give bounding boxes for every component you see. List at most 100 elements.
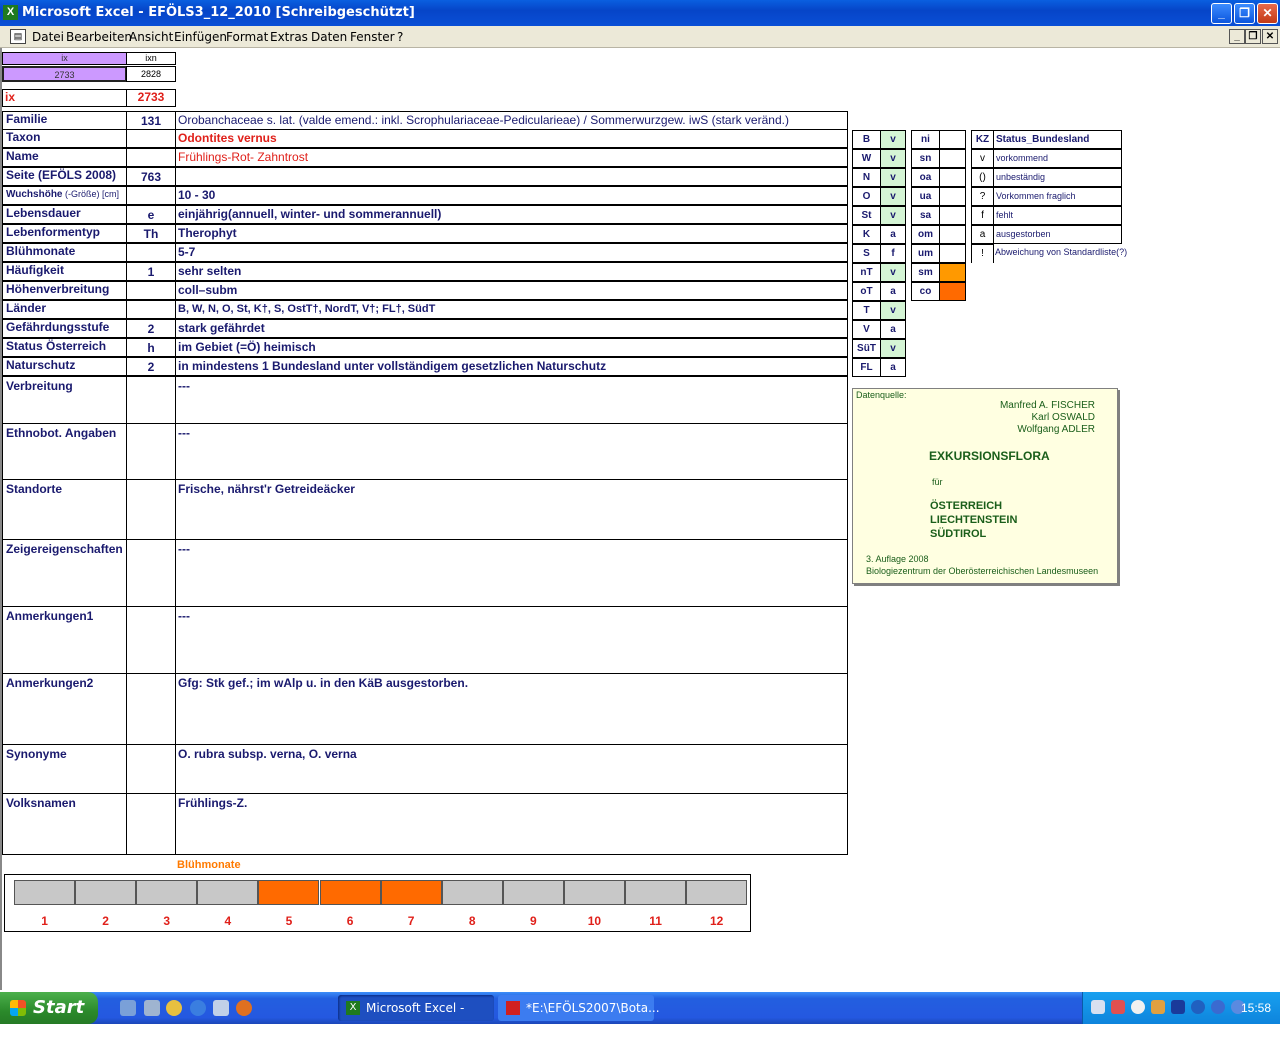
task-file[interactable]: *E:\EFÖLS2007\Bota...: [498, 995, 660, 1021]
zone-marker[interactable]: [939, 149, 966, 168]
zone-marker[interactable]: [939, 282, 966, 301]
field-value[interactable]: einjährig(annuell, winter- und sommerann…: [175, 205, 848, 224]
shield-icon[interactable]: [1151, 1000, 1165, 1014]
search-icon[interactable]: [1131, 1000, 1145, 1014]
text-field-value[interactable]: Frische, nährst'r Getreideäcker: [175, 479, 848, 540]
text-field-code[interactable]: [126, 673, 176, 745]
menu-fenster[interactable]: Fenster: [350, 30, 395, 44]
task-excel[interactable]: X Microsoft Excel - EFÖ...: [338, 995, 494, 1041]
defender-icon[interactable]: [1171, 1000, 1185, 1014]
ix-header[interactable]: ix: [2, 52, 127, 65]
zone-marker[interactable]: [939, 168, 966, 187]
field-code[interactable]: [126, 300, 176, 319]
field-value[interactable]: 5-7: [175, 243, 848, 262]
field-code[interactable]: 1: [126, 262, 176, 281]
state-status[interactable]: v: [880, 339, 906, 358]
field-value[interactable]: stark gefährdet: [175, 319, 848, 338]
ixn-value[interactable]: 2828: [126, 66, 176, 82]
field-value[interactable]: [175, 167, 848, 186]
field-value[interactable]: 10 - 30: [175, 186, 848, 205]
menu-format[interactable]: Format: [226, 30, 268, 44]
field-code[interactable]: 131: [126, 111, 176, 130]
zone-marker[interactable]: [939, 244, 966, 263]
state-status[interactable]: v: [880, 301, 906, 320]
text-field-code[interactable]: [126, 793, 176, 855]
close-button[interactable]: ✕: [1257, 3, 1278, 24]
field-value[interactable]: Orobanchaceae s. lat. (valde emend.: ink…: [175, 111, 848, 130]
field-code[interactable]: [126, 243, 176, 262]
field-value[interactable]: in mindestens 1 Bundesland unter vollstä…: [175, 357, 848, 376]
field-code[interactable]: [126, 148, 176, 167]
field-code[interactable]: 2: [126, 357, 176, 376]
zone-marker[interactable]: [939, 263, 966, 282]
state-status[interactable]: v: [880, 130, 906, 149]
field-value[interactable]: Frühlings-Rot- Zahntrost: [175, 148, 848, 167]
ixn-header[interactable]: ixn: [126, 52, 176, 65]
text-field-code[interactable]: [126, 744, 176, 794]
text-field-code[interactable]: [126, 539, 176, 607]
field-code[interactable]: Th: [126, 224, 176, 243]
text-field-value[interactable]: ---: [175, 606, 848, 674]
state-status[interactable]: v: [880, 187, 906, 206]
doc-close-button[interactable]: ✕: [1262, 29, 1278, 44]
ix-value[interactable]: 2733: [2, 66, 127, 82]
firefox-icon[interactable]: [236, 1000, 252, 1016]
security-alert-icon[interactable]: [1111, 1000, 1125, 1014]
text-field-value[interactable]: ---: [175, 539, 848, 607]
excel-icon[interactable]: X: [3, 5, 18, 20]
restore-button[interactable]: ❐: [1234, 3, 1255, 24]
state-status[interactable]: v: [880, 149, 906, 168]
field-value[interactable]: coll–subm: [175, 281, 848, 300]
doc-restore-button[interactable]: ❐: [1245, 29, 1261, 44]
media-player-icon[interactable]: [166, 1000, 182, 1016]
menu-einfuegen[interactable]: Einfügen: [174, 30, 227, 44]
field-code[interactable]: [126, 129, 176, 148]
state-status[interactable]: v: [880, 206, 906, 225]
field-value[interactable]: sehr selten: [175, 262, 848, 281]
state-status[interactable]: a: [880, 225, 906, 244]
network-icon[interactable]: [1091, 1000, 1105, 1014]
ix-big-value[interactable]: 2733: [126, 89, 176, 107]
menu-ansicht[interactable]: Ansicht: [129, 30, 173, 44]
state-status[interactable]: a: [880, 358, 906, 377]
zone-marker[interactable]: [939, 187, 966, 206]
info-icon[interactable]: [1211, 1000, 1225, 1014]
text-field-code[interactable]: [126, 423, 176, 480]
text-field-value[interactable]: Gfg: Stk gef.; im wAlp u. in den KäB aus…: [175, 673, 848, 745]
zone-marker[interactable]: [939, 206, 966, 225]
field-code[interactable]: [126, 186, 176, 205]
field-value[interactable]: im Gebiet (=Ö) heimisch: [175, 338, 848, 357]
internet-explorer-icon[interactable]: [190, 1000, 206, 1016]
field-code[interactable]: [126, 281, 176, 300]
menu-bearbeiten[interactable]: Bearbeiten: [66, 30, 132, 44]
text-field-value[interactable]: O. rubra subsp. verna, O. verna: [175, 744, 848, 794]
field-code[interactable]: e: [126, 205, 176, 224]
state-status[interactable]: v: [880, 263, 906, 282]
field-value[interactable]: Odontites vernus: [175, 129, 848, 148]
state-status[interactable]: a: [880, 282, 906, 301]
text-field-code[interactable]: [126, 376, 176, 424]
menu-help[interactable]: ?: [397, 30, 403, 44]
workbook-icon[interactable]: ▤: [10, 29, 26, 44]
text-field-value[interactable]: ---: [175, 423, 848, 480]
field-code[interactable]: h: [126, 338, 176, 357]
minimize-button[interactable]: _: [1211, 3, 1232, 24]
outlook-icon[interactable]: [144, 1000, 160, 1016]
field-code[interactable]: 763: [126, 167, 176, 186]
field-value[interactable]: B, W, N, O, St, K†, S, OstT†, NordT, V†;…: [175, 300, 848, 319]
zone-marker[interactable]: [939, 225, 966, 244]
desktop-icon[interactable]: [120, 1000, 136, 1016]
text-field-value[interactable]: ---: [175, 376, 848, 424]
text-field-code[interactable]: [126, 606, 176, 674]
start-button[interactable]: Start: [0, 992, 98, 1024]
mail-icon[interactable]: [213, 1000, 229, 1016]
doc-minimize-button[interactable]: _: [1229, 29, 1245, 44]
text-field-value[interactable]: Frühlings-Z.: [175, 793, 848, 855]
menu-daten[interactable]: Daten: [311, 30, 347, 44]
state-status[interactable]: a: [880, 320, 906, 339]
field-code[interactable]: 2: [126, 319, 176, 338]
zone-marker[interactable]: [939, 130, 966, 149]
text-field-code[interactable]: [126, 479, 176, 540]
state-status[interactable]: v: [880, 168, 906, 187]
update-icon[interactable]: [1191, 1000, 1205, 1014]
